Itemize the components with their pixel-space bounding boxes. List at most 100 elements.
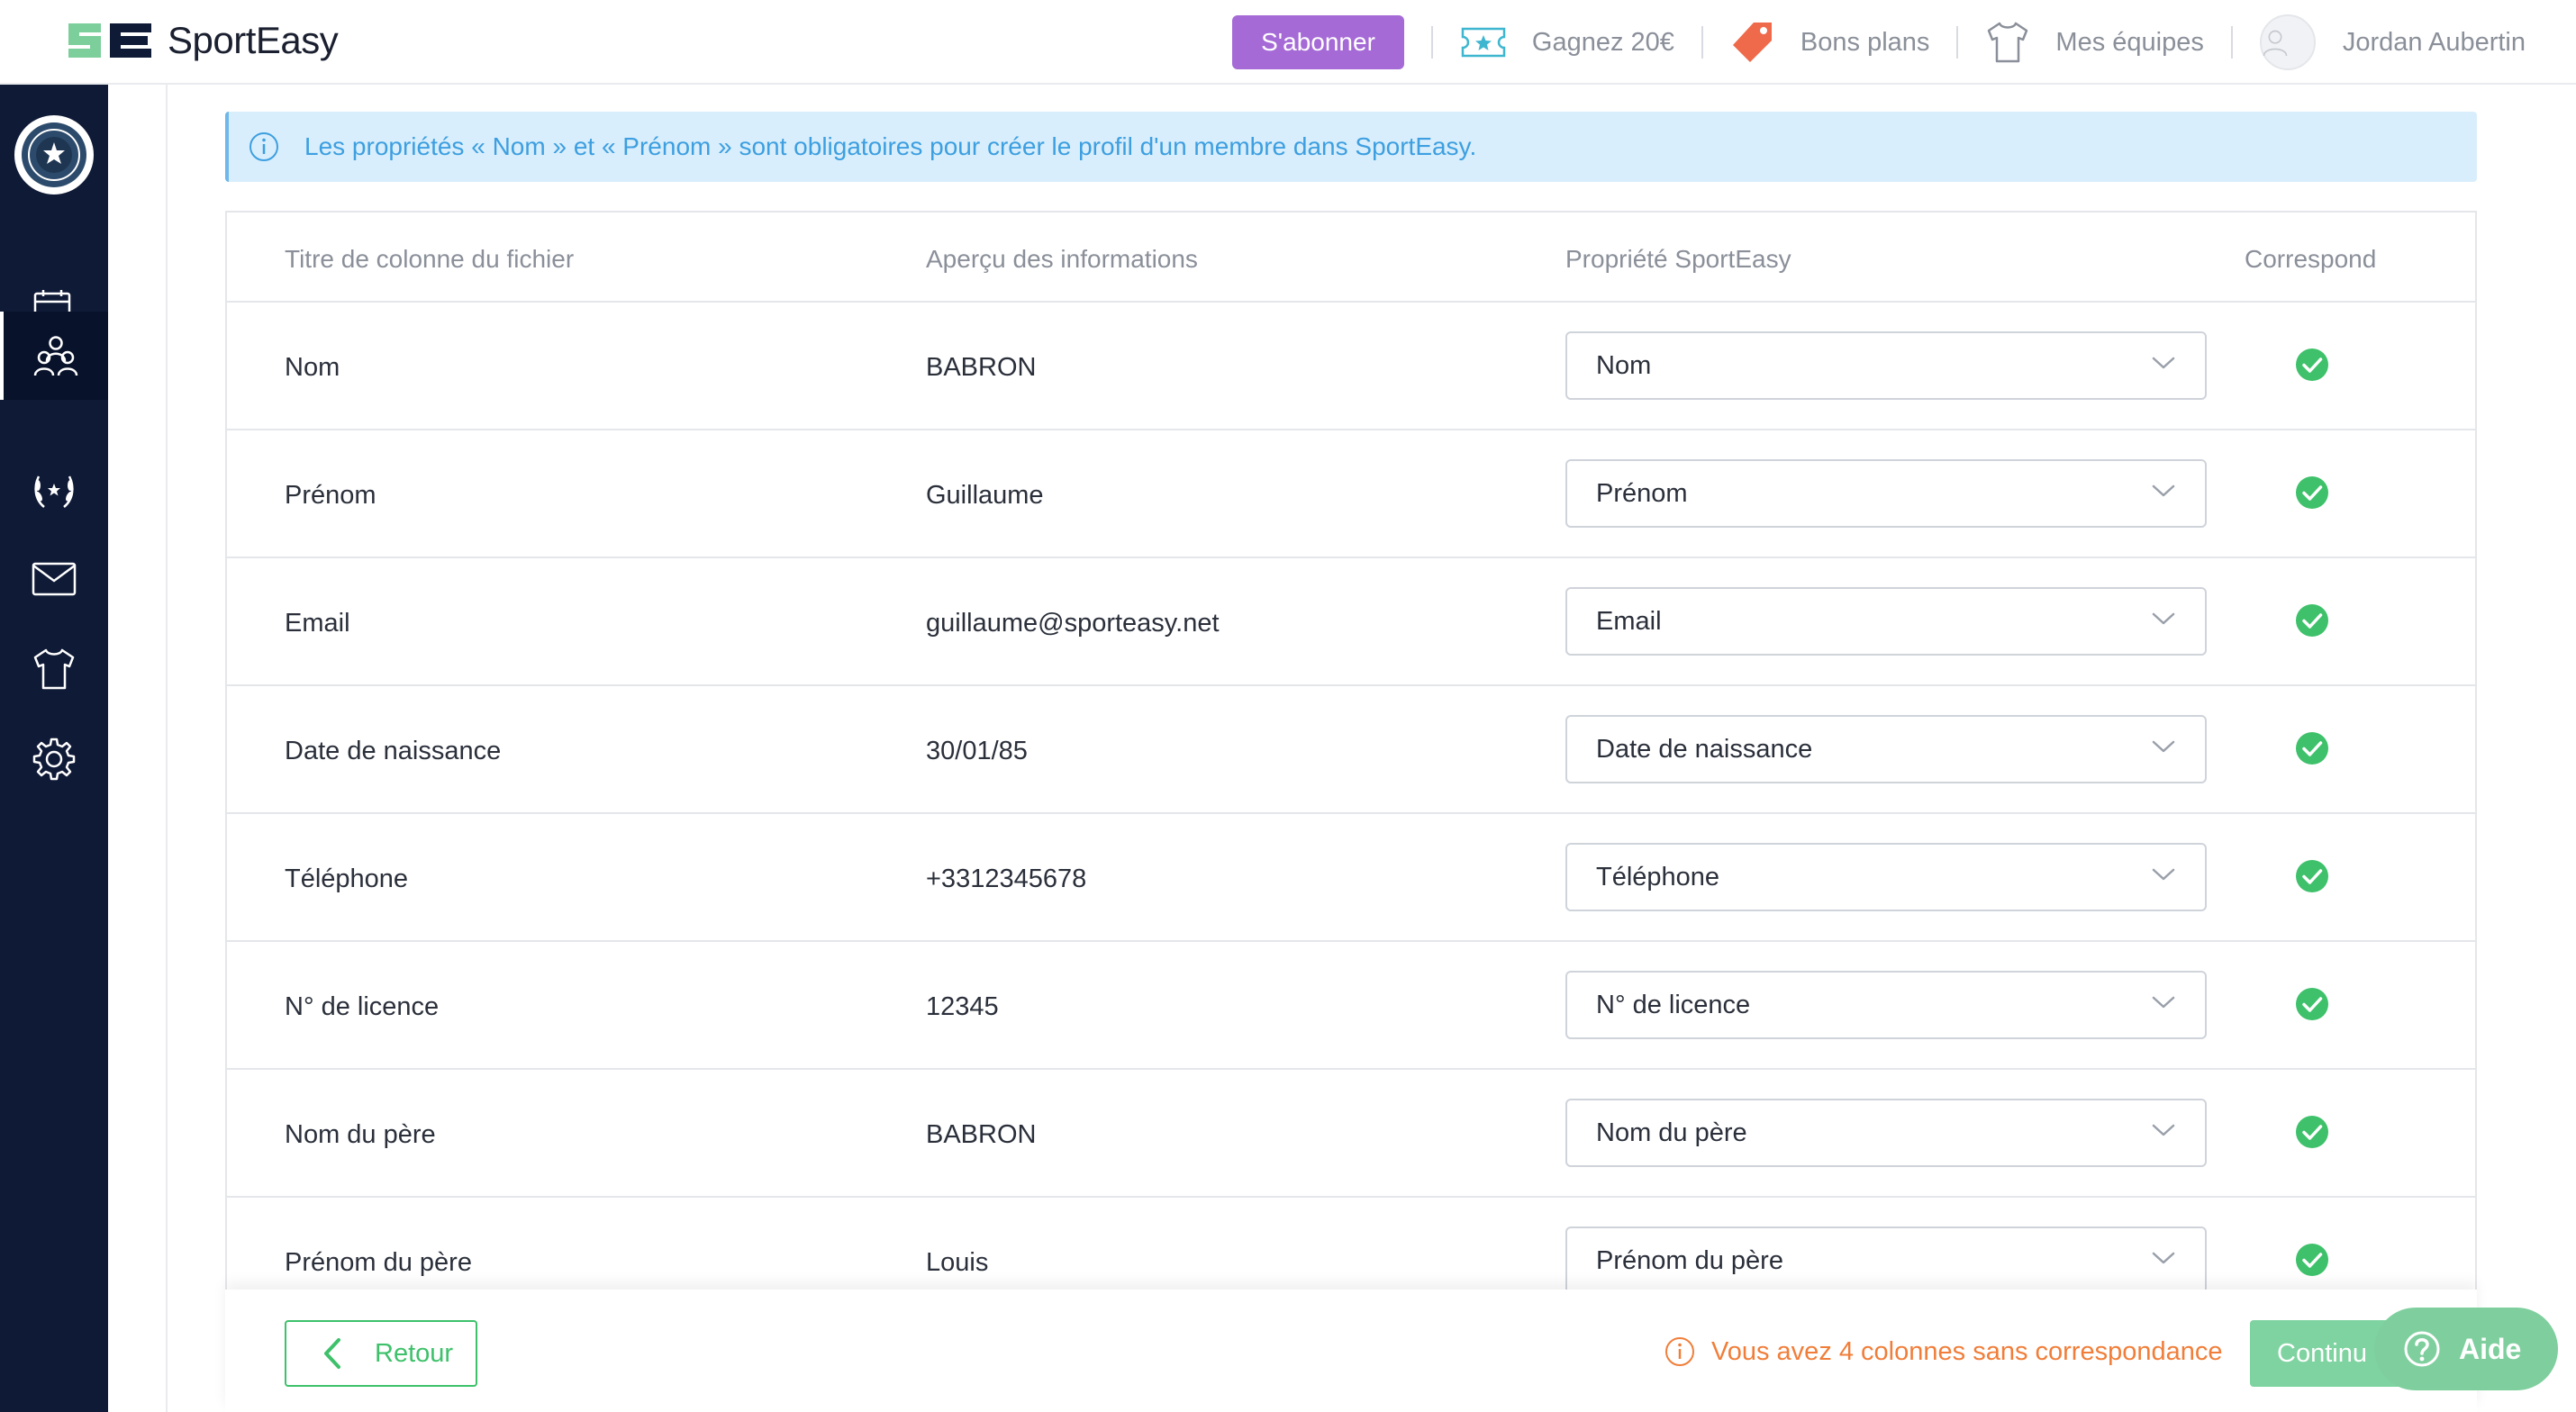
- sporteasy-logo-icon: [68, 23, 151, 58]
- sidebar-item-settings[interactable]: [0, 715, 108, 803]
- jersey-icon: [1988, 22, 2028, 63]
- table-row: Téléphone +3312345678 Téléphone: [227, 814, 2475, 942]
- my-teams-link[interactable]: Mes équipes: [1985, 20, 2204, 65]
- header-match: Correspond: [2245, 245, 2377, 273]
- user-silhouette-icon: [2263, 30, 2288, 57]
- property-select-value: Téléphone: [1596, 862, 1720, 892]
- sidebar: [0, 85, 108, 1412]
- table-header: Titre de colonne du fichier Aperçu des i…: [227, 213, 2475, 303]
- chevron-left-icon: [324, 1338, 340, 1369]
- preview-value: 12345: [926, 992, 999, 1021]
- property-select-value: Prénom: [1596, 478, 1688, 508]
- members-icon: [33, 336, 78, 376]
- check-circle-icon: [2296, 348, 2328, 381]
- gear-icon: [32, 738, 76, 781]
- chevron-down-icon: [2152, 357, 2175, 369]
- user-menu[interactable]: Jordan Aubertin: [2259, 14, 2526, 70]
- info-banner-text: Les propriétés « Nom » et « Prénom » son…: [304, 132, 1477, 160]
- back-label: Retour: [375, 1338, 454, 1368]
- preview-value: BABRON: [926, 353, 1037, 382]
- mail-icon: [32, 562, 77, 596]
- preview-value: 30/01/85: [926, 737, 1028, 765]
- sporteasy-logo[interactable]: SportEasy: [65, 18, 339, 63]
- file-column-title: Prénom: [285, 481, 376, 510]
- chevron-down-icon: [2152, 996, 2175, 1009]
- deals-link[interactable]: Bons plans: [1730, 20, 1930, 65]
- property-select-value: Nom: [1596, 350, 1652, 380]
- header-divider: [1430, 26, 1433, 59]
- column-mapping-table: Titre de colonne du fichier Aperçu des i…: [225, 211, 2477, 1412]
- user-name: Jordan Aubertin: [2342, 27, 2526, 57]
- info-banner: Les propriétés « Nom » et « Prénom » son…: [225, 112, 2477, 182]
- help-button[interactable]: Aide: [2374, 1308, 2558, 1390]
- deals-label: Bons plans: [1800, 27, 1930, 57]
- header-preview: Aperçu des informations: [926, 245, 1198, 273]
- info-icon: [249, 132, 278, 161]
- sidebar-item-competitions[interactable]: [0, 447, 108, 535]
- jersey-icon: [33, 648, 75, 690]
- property-select[interactable]: Prénom: [1565, 459, 2207, 528]
- table-row: Date de naissance 30/01/85 Date de naissan…: [227, 686, 2475, 814]
- file-column-title: Date de naissance: [285, 737, 502, 765]
- preview-value: +3312345678: [926, 864, 1087, 893]
- chevron-down-icon: [2152, 1252, 2175, 1264]
- chevron-down-icon: [2152, 612, 2175, 625]
- sidebar-item-teams[interactable]: [0, 625, 108, 713]
- file-column-title: Nom: [285, 353, 340, 382]
- property-select[interactable]: Nom: [1565, 331, 2207, 400]
- ticket-star-icon: [1461, 27, 1506, 58]
- table-row: Email guillaume@sporteasy.net Email: [227, 558, 2475, 686]
- preview-value: Guillaume: [926, 481, 1044, 510]
- property-select[interactable]: Nom du père: [1565, 1099, 2207, 1167]
- chevron-down-icon: [2152, 1124, 2175, 1136]
- property-select-value: Date de naissance: [1596, 734, 1813, 764]
- file-column-title: Téléphone: [285, 864, 409, 893]
- property-select[interactable]: Email: [1565, 587, 2207, 656]
- header-file-column: Titre de colonne du fichier: [285, 245, 575, 273]
- question-circle-icon: [2404, 1331, 2440, 1367]
- property-select[interactable]: Prénom du père: [1565, 1226, 2207, 1295]
- check-circle-icon: [2296, 604, 2328, 637]
- referral-label: Gagnez 20€: [1531, 27, 1674, 57]
- property-select-value: Prénom du père: [1596, 1245, 1783, 1275]
- check-circle-icon: [2296, 988, 2328, 1020]
- check-circle-icon: [2296, 1244, 2328, 1276]
- table-row: Nom du père BABRON Nom du père: [227, 1070, 2475, 1198]
- header-divider: [1701, 26, 1703, 59]
- check-circle-icon: [2296, 1116, 2328, 1148]
- sidebar-item-members[interactable]: [0, 312, 108, 400]
- table-row: Nom BABRON Nom: [227, 303, 2475, 430]
- back-button[interactable]: Retour: [285, 1320, 477, 1387]
- file-column-title: Prénom du père: [285, 1248, 472, 1277]
- chevron-down-icon: [2152, 484, 2175, 497]
- check-circle-icon: [2296, 860, 2328, 892]
- laurel-icon: [34, 475, 74, 508]
- property-select[interactable]: Date de naissance: [1565, 715, 2207, 783]
- club-crest-icon: [22, 122, 86, 187]
- action-footer: Retour Vous avez 4 colonnes sans corresp…: [225, 1290, 2477, 1412]
- check-circle-icon: [2296, 476, 2328, 509]
- check-circle-icon: [2296, 732, 2328, 765]
- warning-info-icon: [1665, 1337, 1694, 1366]
- property-select-value: Email: [1596, 606, 1662, 636]
- file-column-title: Nom du père: [285, 1120, 436, 1149]
- property-select[interactable]: Téléphone: [1565, 843, 2207, 911]
- property-select-value: Nom du père: [1596, 1118, 1747, 1147]
- property-select-value: N° de licence: [1596, 990, 1751, 1019]
- chevron-down-icon: [2152, 740, 2175, 753]
- preview-value: Louis: [926, 1248, 989, 1277]
- property-select[interactable]: N° de licence: [1565, 971, 2207, 1039]
- club-logo[interactable]: [14, 115, 94, 195]
- chevron-down-icon: [2152, 868, 2175, 881]
- referral-link[interactable]: Gagnez 20€: [1460, 26, 1674, 59]
- header-divider: [2230, 26, 2233, 59]
- price-tag-icon: [1732, 23, 1772, 62]
- preview-value: guillaume@sporteasy.net: [926, 609, 1220, 638]
- sidebar-item-messages[interactable]: [0, 535, 108, 623]
- top-navigation-bar: SportEasy S'abonner Gagnez 20€ Bons plan…: [0, 0, 2576, 85]
- avatar: [2259, 14, 2316, 70]
- my-teams-label: Mes équipes: [2055, 27, 2204, 57]
- subscribe-button[interactable]: S'abonner: [1232, 15, 1404, 69]
- warning-text: Vous avez 4 colonnes sans correspondance: [1711, 1336, 2223, 1366]
- app-name: SportEasy: [168, 19, 339, 61]
